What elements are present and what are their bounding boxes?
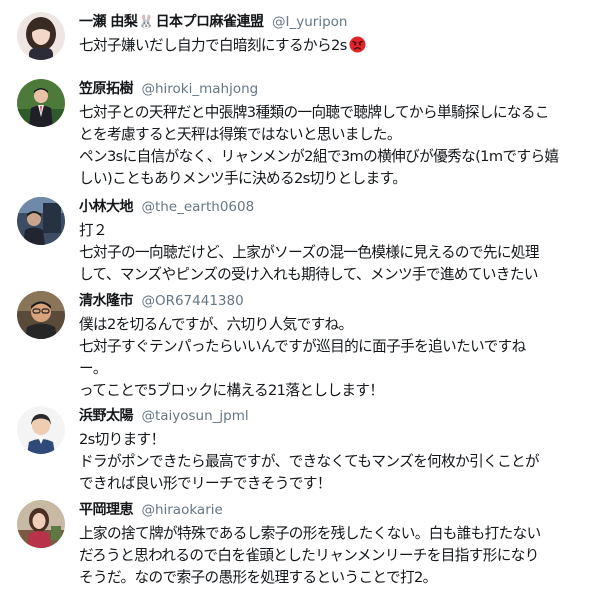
tweet-content: 清水隆市 @OR67441380 僕は2を切るんですが、六切り人気ですね。 七対… [79, 291, 592, 402]
avatar[interactable] [17, 291, 65, 339]
tweet-header: 清水隆市 @OR67441380 [79, 291, 592, 311]
profile-photo-icon [17, 197, 65, 245]
tweet-text-line: 七対子との天秤だと中張牌3種類の一向聴で聴牌してから単騎探しになるこ [79, 104, 550, 121]
profile-photo-icon [17, 291, 65, 339]
tweet-header: 小林大地 @the_earth0608 [79, 197, 592, 217]
tweet-content: 浜野太陽 @taiyosun_jpml 2s切ります！ ドラがポンできたら最高で… [79, 406, 592, 495]
tweet-text-line: 僕は2を切るんですが、六切り人気ですね。 [79, 316, 353, 333]
tweet: 小林大地 @the_earth0608 打２ 七対子の一向聴だけど、上家がソーズ… [0, 189, 600, 285]
tweet-content: 笠原拓樹 @hiroki_mahjong 七対子との天秤だと中張牌3種類の一向聴… [79, 79, 592, 190]
avatar[interactable] [17, 12, 65, 60]
display-name-suffix[interactable]: 日本プロ麻雀連盟 [156, 14, 265, 30]
avatar[interactable] [17, 500, 65, 548]
tweet: 浜野太陽 @taiyosun_jpml 2s切ります！ ドラがポンできたら最高で… [0, 400, 600, 494]
tweet-text: 2s切ります！ ドラがポンできたら最高ですが、できなくてもマンズを何枚か引くこと… [79, 429, 592, 495]
display-name[interactable]: 笠原拓樹 [79, 81, 134, 97]
tweet-text-line: 上家の捨て牌が特殊であるし索子の形を残したくない。白も誰も打たない [79, 525, 541, 542]
tweet-text-line: 七対子嫌いだし自力で白暗刻にするから2s [79, 35, 592, 57]
tweet-content: 小林大地 @the_earth0608 打２ 七対子の一向聴だけど、上家がソーズ… [79, 197, 592, 286]
reply-feed: 一瀬 由梨🐰日本プロ麻雀連盟 @I_yuripon 七対子嫌いだし自力で白暗刻に… [0, 0, 600, 596]
display-name[interactable]: 小林大地 [79, 199, 134, 215]
avatar[interactable] [17, 197, 65, 245]
avatar[interactable] [17, 79, 65, 127]
profile-photo-icon [17, 12, 65, 60]
tweet-header: 笠原拓樹 @hiroki_mahjong [79, 79, 592, 99]
tweet-text-line: ペン3sに自信がなく、リャンメンが2組で3mの横伸びが優秀な(1mですら嬉 [79, 148, 559, 165]
display-name[interactable]: 一瀬 由梨 [79, 14, 138, 30]
tweet-text-line: 2s切ります！ [79, 431, 165, 448]
user-handle[interactable]: @taiyosun_jpml [141, 408, 248, 424]
tweet-text: 七対子との天秤だと中張牌3種類の一向聴で聴牌してから単騎探しになるこ とを考慮す… [79, 102, 592, 190]
tweet: 平岡理恵 @hiraokarie 上家の捨て牌が特殊であるし索子の形を残したくな… [0, 494, 600, 596]
display-name[interactable]: 浜野太陽 [79, 408, 134, 424]
display-name[interactable]: 清水隆市 [79, 293, 134, 309]
tweet-text: 僕は2を切るんですが、六切り人気ですね。 七対子すぐテンパったらいいんですが巡目… [79, 314, 592, 402]
rabbit-emoji-icon: 🐰 [138, 15, 155, 30]
tweet-text-line: 打２ [79, 222, 108, 239]
tweet-text-line: して、マンズやピンズの受け入れも期待して、メンツ手で進めていきたい [79, 266, 538, 283]
tweet-text: 上家の捨て牌が特殊であるし索子の形を残したくない。白も誰も打たない だろうと思わ… [79, 523, 592, 589]
tweet-content: 一瀬 由梨🐰日本プロ麻雀連盟 @I_yuripon 七対子嫌いだし自力で白暗刻に… [79, 12, 592, 57]
profile-photo-icon [17, 500, 65, 548]
tweet-header: 一瀬 由梨🐰日本プロ麻雀連盟 @I_yuripon [79, 12, 592, 32]
tweet-text-line: だろうと思われるので白を雀頭としたリャンメンリーチを目指す形になり [79, 547, 539, 564]
tweet-content: 平岡理恵 @hiraokarie 上家の捨て牌が特殊であるし索子の形を残したくな… [79, 500, 592, 589]
user-handle[interactable]: @I_yuripon [272, 14, 347, 30]
user-handle[interactable]: @OR67441380 [141, 293, 243, 309]
tweet-text-line: できれば良い形でリーチできそうです！ [79, 475, 331, 492]
user-handle[interactable]: @the_earth0608 [141, 199, 254, 215]
tweet-text-line: そうだ。なので索子の愚形を処理するということで打2。 [79, 569, 437, 586]
user-handle[interactable]: @hiraokarie [141, 502, 222, 518]
avatar[interactable] [17, 406, 65, 454]
tweet-header: 浜野太陽 @taiyosun_jpml [79, 406, 592, 426]
tweet-text-line: 七対子の一向聴だけど、上家がソーズの混一色模様に見えるので先に処理 [79, 244, 540, 261]
display-name[interactable]: 平岡理恵 [79, 502, 134, 518]
tweet-text-line: 七対子すぐテンパったらいいんですが巡目的に面子手を追いたいですね [79, 338, 526, 355]
tweet: 一瀬 由梨🐰日本プロ麻雀連盟 @I_yuripon 七対子嫌いだし自力で白暗刻に… [0, 0, 600, 75]
profile-photo-icon [17, 406, 65, 454]
tweet-text-line: とを考慮すると天秤は得策ではないと思いました。 [79, 126, 401, 143]
tweet: 清水隆市 @OR67441380 僕は2を切るんですが、六切り人気ですね。 七対… [0, 285, 600, 400]
tweet-text: 七対子嫌いだし自力で白暗刻にするから2s [79, 35, 592, 57]
user-handle[interactable]: @hiroki_mahjong [141, 81, 258, 97]
angry-face-emoji-icon [349, 36, 366, 53]
profile-photo-icon [17, 79, 65, 127]
tweet-text-line: ドラがポンできたら最高ですが、できなくてもマンズを何枚か引くことが [79, 453, 540, 470]
tweet-text-line: ー。 [79, 360, 107, 377]
tweet: 笠原拓樹 @hiroki_mahjong 七対子との天秤だと中張牌3種類の一向聴… [0, 75, 600, 189]
tweet-text: 打２ 七対子の一向聴だけど、上家がソーズの混一色模様に見えるので先に処理 して、… [79, 220, 592, 286]
tweet-text-line: しい)こともありメンツ手に決める2s切りとします。 [79, 170, 407, 187]
tweet-text-line: ってことで5ブロックに構える21落としします！ [79, 382, 384, 399]
tweet-header: 平岡理恵 @hiraokarie [79, 500, 592, 520]
